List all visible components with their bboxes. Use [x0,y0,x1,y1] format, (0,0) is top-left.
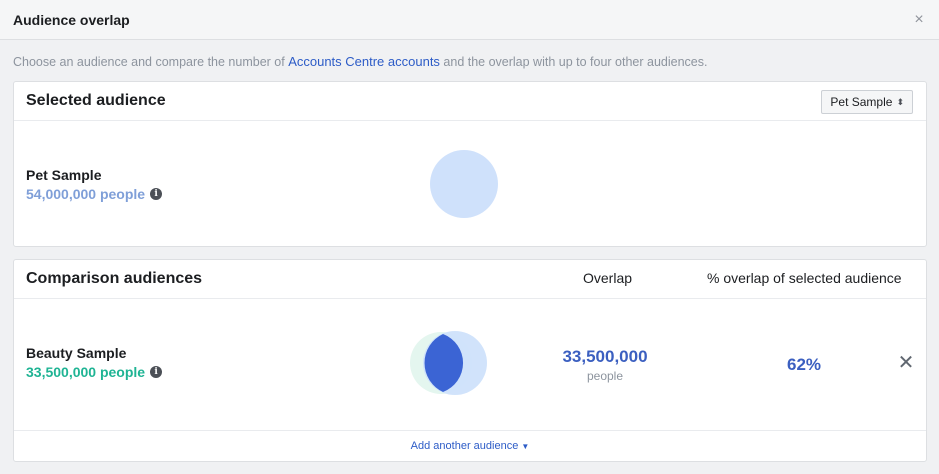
info-icon[interactable]: i [150,188,163,200]
comparison-audience-size: 33,500,000 people i [26,364,163,380]
modal-title: Audience overlap [13,11,130,28]
divider [14,430,926,431]
audience-dropdown-value: Pet Sample [830,95,893,109]
overlap-column-header: Overlap [583,270,633,286]
overlap-count: 33,500,000 [562,347,648,366]
add-another-audience-link[interactable]: Add another audience ▼ [14,440,926,452]
accounts-centre-link[interactable]: Accounts Centre accounts [288,54,440,69]
comparison-audiences-title: Comparison audiences [26,270,203,287]
selected-audience-header: Selected audience Pet Sample ⬍ [14,82,926,121]
audience-dropdown[interactable]: Pet Sample ⬍ [821,90,913,114]
overlap-percent: 62% [786,355,822,374]
selected-audience-name: Pet Sample [26,167,102,183]
close-icon[interactable]: × [909,10,929,30]
selected-audience-size: 54,000,000 people i [26,186,163,202]
intro-after: and the overlap with up to four other au… [439,55,708,69]
selected-audience-circle [430,150,498,218]
percent-column-header: % overlap of selected audience [707,270,902,286]
venn-diagram [410,331,487,395]
selected-audience-title: Selected audience [26,92,166,109]
remove-icon[interactable]: ✕ [896,353,916,373]
comparison-audiences-header: Comparison audiences Overlap % overlap o… [14,260,926,299]
comparison-audiences-card: Comparison audiences Overlap % overlap o… [13,259,927,462]
selected-audience-size-text: 54,000,000 people [26,186,146,202]
intro-text: Choose an audience and compare the numbe… [13,54,707,69]
caret-down-icon: ▼ [521,442,530,451]
selected-circle [430,150,498,218]
caret-updown-icon: ⬍ [896,96,904,107]
selected-audience-card: Selected audience Pet Sample ⬍ Pet Sampl… [13,81,927,247]
add-another-audience-label: Add another audience [410,440,519,452]
intro-before: Choose an audience and compare the numbe… [13,55,289,69]
info-icon[interactable]: i [150,366,163,378]
overlap-unit: people [586,369,624,383]
modal-header: Audience overlap × [0,0,939,40]
comparison-audience-name: Beauty Sample [26,345,127,361]
comparison-audience-size-text: 33,500,000 people [26,364,146,380]
